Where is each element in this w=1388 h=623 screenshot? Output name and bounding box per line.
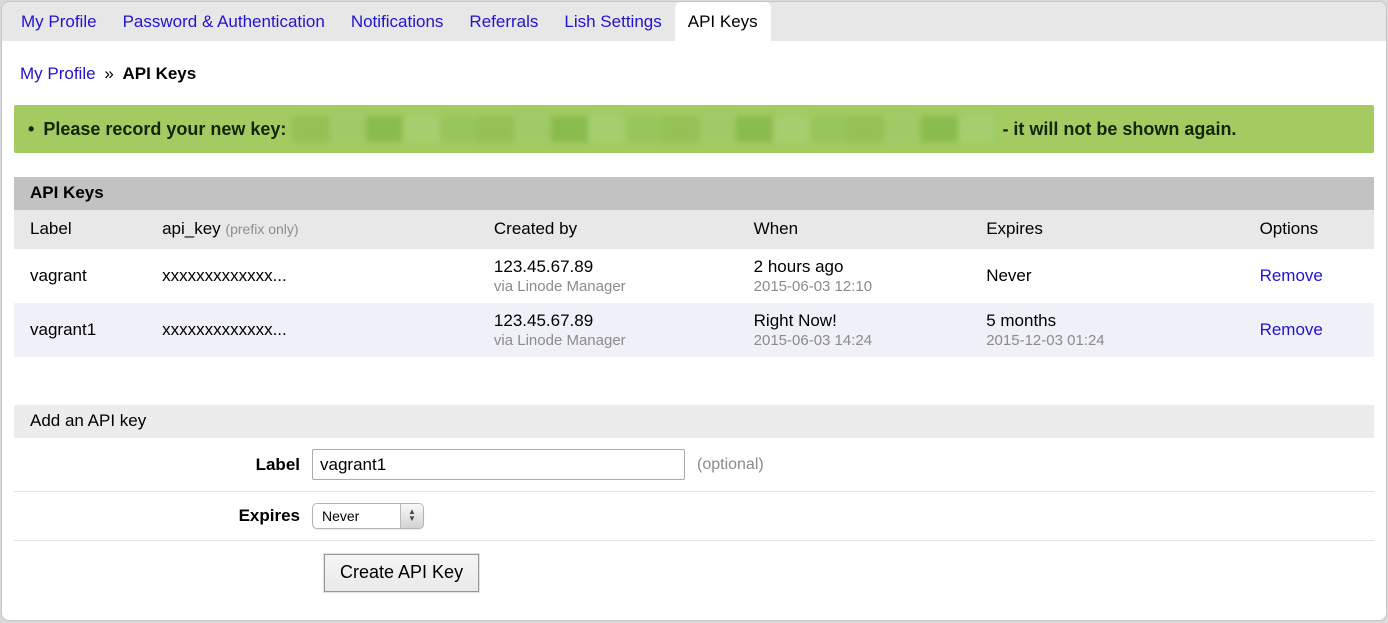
app-window: My Profile Password & Authentication Not… xyxy=(1,1,1387,621)
tab-lish-settings[interactable]: Lish Settings xyxy=(551,2,674,41)
cell-key-label: vagrant1 xyxy=(14,303,154,357)
tab-api-keys[interactable]: API Keys xyxy=(675,2,771,41)
column-header-api-key-text: api_key xyxy=(162,219,221,238)
when-date: 2015-06-03 14:24 xyxy=(754,332,971,349)
submit-form-row: Create API Key xyxy=(14,541,1374,603)
add-api-key-title: Add an API key xyxy=(14,405,1374,438)
label-form-row: Label (optional) xyxy=(14,438,1374,492)
column-header-when: When xyxy=(746,210,979,249)
remove-key-link[interactable]: Remove xyxy=(1260,266,1323,285)
when-date: 2015-06-03 12:10 xyxy=(754,278,971,295)
when-relative: 2 hours ago xyxy=(754,257,971,277)
created-by-via: via Linode Manager xyxy=(494,278,738,295)
created-by-ip: 123.45.67.89 xyxy=(494,257,738,277)
expires-selected-value: Never xyxy=(313,508,359,524)
expires-relative: Never xyxy=(986,266,1243,286)
cell-expires: Never xyxy=(978,249,1251,303)
label-optional-hint: (optional) xyxy=(697,456,764,474)
expires-date: 2015-12-03 01:24 xyxy=(986,332,1243,349)
redacted-api-key xyxy=(292,116,996,142)
tab-password-authentication[interactable]: Password & Authentication xyxy=(110,2,338,41)
cell-created-by: 123.45.67.89 via Linode Manager xyxy=(486,303,746,357)
add-api-key-section: Add an API key Label (optional) Expires … xyxy=(14,405,1374,603)
cell-options: Remove xyxy=(1252,303,1374,357)
api-keys-section: API Keys Label api_key (prefix only) Cre… xyxy=(14,177,1374,357)
label-field-label: Label xyxy=(14,455,312,475)
column-header-options: Options xyxy=(1252,210,1374,249)
column-header-label: Label xyxy=(14,210,154,249)
tab-my-profile[interactable]: My Profile xyxy=(8,2,110,41)
cell-api-key-prefix: xxxxxxxxxxxxx... xyxy=(154,303,486,357)
column-header-api-key: api_key (prefix only) xyxy=(154,210,486,249)
breadcrumb: My Profile » API Keys xyxy=(20,64,1368,84)
cell-key-label: vagrant xyxy=(14,249,154,303)
chevron-down-icon: ▼ xyxy=(408,516,416,523)
column-header-created-by: Created by xyxy=(486,210,746,249)
label-input[interactable] xyxy=(312,449,685,480)
created-by-via: via Linode Manager xyxy=(494,332,738,349)
tab-notifications[interactable]: Notifications xyxy=(338,2,457,41)
cell-options: Remove xyxy=(1252,249,1374,303)
notice-bullet: • xyxy=(28,119,34,140)
cell-created-by: 123.45.67.89 via Linode Manager xyxy=(486,249,746,303)
column-header-api-key-note: (prefix only) xyxy=(225,221,298,237)
expires-relative: 5 months xyxy=(986,311,1243,331)
tab-referrals[interactable]: Referrals xyxy=(456,2,551,41)
expires-select[interactable]: Never ▲ ▼ xyxy=(312,503,424,529)
notice-suffix-text: - it will not be shown again. xyxy=(1002,119,1236,140)
cell-when: Right Now! 2015-06-03 14:24 xyxy=(746,303,979,357)
when-relative: Right Now! xyxy=(754,311,971,331)
select-stepper: ▲ ▼ xyxy=(400,504,423,528)
cell-expires: 5 months 2015-12-03 01:24 xyxy=(978,303,1251,357)
cell-api-key-prefix: xxxxxxxxxxxxx... xyxy=(154,249,486,303)
new-key-notice: • Please record your new key: - it will … xyxy=(14,105,1374,153)
notice-prefix-text: Please record your new key: xyxy=(43,119,286,140)
breadcrumb-my-profile-link[interactable]: My Profile xyxy=(20,64,96,83)
table-row: vagrant1 xxxxxxxxxxxxx... 123.45.67.89 v… xyxy=(14,303,1374,357)
page-title: API Keys xyxy=(123,64,197,83)
created-by-ip: 123.45.67.89 xyxy=(494,311,738,331)
page-content: My Profile » API Keys • Please record yo… xyxy=(2,64,1386,603)
table-header-row: Label api_key (prefix only) Created by W… xyxy=(14,210,1374,249)
breadcrumb-separator: » xyxy=(104,64,113,83)
api-keys-table: Label api_key (prefix only) Created by W… xyxy=(14,210,1374,357)
expires-form-row: Expires Never ▲ ▼ xyxy=(14,492,1374,541)
create-api-key-button[interactable]: Create API Key xyxy=(324,554,479,592)
profile-tabbar: My Profile Password & Authentication Not… xyxy=(2,2,1386,41)
remove-key-link[interactable]: Remove xyxy=(1260,320,1323,339)
expires-field-label: Expires xyxy=(14,506,312,526)
table-row: vagrant xxxxxxxxxxxxx... 123.45.67.89 vi… xyxy=(14,249,1374,303)
api-keys-table-title: API Keys xyxy=(14,177,1374,210)
cell-when: 2 hours ago 2015-06-03 12:10 xyxy=(746,249,979,303)
column-header-expires: Expires xyxy=(978,210,1251,249)
